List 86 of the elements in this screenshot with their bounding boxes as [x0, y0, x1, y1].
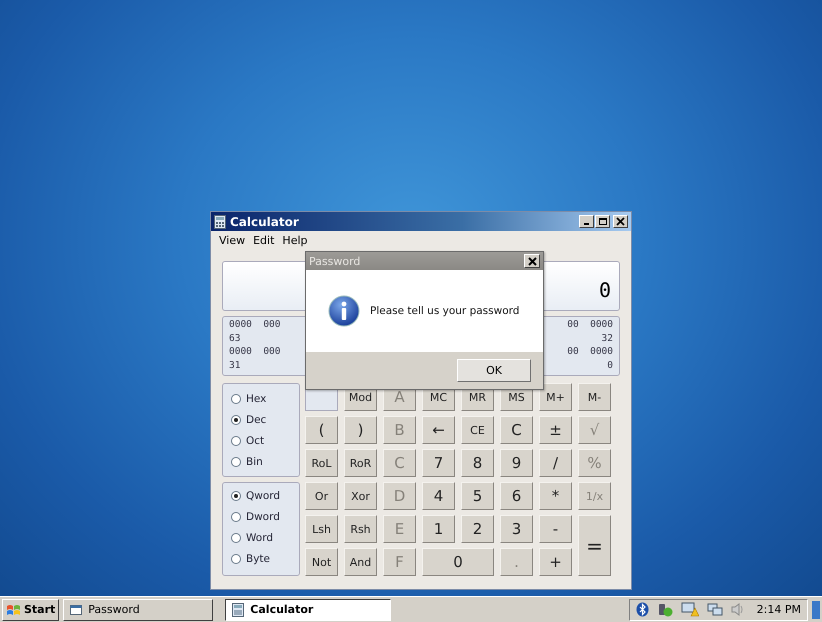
calculator-key[interactable]: 6 [500, 482, 533, 510]
window-title: Calculator [230, 214, 300, 228]
calculator-key[interactable]: + [539, 548, 572, 576]
radio-button[interactable] [231, 491, 241, 501]
calculator-key[interactable]: 8 [461, 449, 494, 477]
calculator-key[interactable]: 1 [422, 515, 455, 543]
radio-label: Qword [246, 490, 280, 502]
menu-item[interactable]: Help [278, 234, 312, 246]
clock: 2:14 PM [756, 603, 801, 616]
show-desktop-icon [812, 600, 820, 618]
close-icon [528, 256, 536, 266]
close-icon [616, 217, 625, 226]
bit-text: 0000 000 [229, 319, 280, 332]
calculator-key[interactable]: 2 [461, 515, 494, 543]
calculator-key[interactable]: ) [344, 416, 377, 444]
calculator-key[interactable]: ( [305, 416, 338, 444]
calculator-key[interactable]: Rsh [344, 515, 377, 543]
start-label: Start [24, 603, 56, 616]
radio-button[interactable] [231, 512, 241, 522]
menu-item[interactable]: Edit [249, 234, 278, 246]
calculator-key[interactable]: Lsh [305, 515, 338, 543]
minimize-button[interactable] [579, 215, 594, 228]
bit-text: 0000 000 [229, 346, 280, 359]
taskbar-button[interactable]: Calculator [225, 598, 392, 620]
calculator-key[interactable]: ± [539, 416, 572, 444]
dialog-message: Please tell us your password [370, 305, 520, 317]
bit-text: 0 [607, 360, 613, 372]
close-button[interactable] [524, 254, 540, 268]
bluetooth-icon [636, 602, 649, 617]
bit-text: 00 0000 [567, 346, 613, 359]
speaker-icon [730, 603, 745, 616]
bit-text: 32 [602, 332, 613, 346]
radio-label: Oct [246, 435, 264, 447]
calculator-key[interactable]: / [539, 449, 572, 477]
taskbar-button[interactable]: Password [63, 598, 214, 620]
network-icon [706, 602, 723, 617]
calculator-key[interactable]: = [578, 515, 611, 576]
bit-text: 31 [229, 360, 240, 372]
radio-button[interactable] [231, 554, 241, 564]
radio-label: Hex [246, 393, 266, 405]
calculator-key[interactable]: 5 [461, 482, 494, 510]
calculator-key[interactable]: RoR [344, 449, 377, 477]
radio-label: Word [246, 532, 273, 544]
radio-button[interactable] [231, 436, 241, 446]
radio-button[interactable] [231, 457, 241, 467]
radio-button[interactable] [231, 533, 241, 543]
calculator-key[interactable]: 0 [422, 548, 494, 576]
ok-button[interactable]: OK [457, 359, 531, 382]
network-warning-icon [680, 602, 699, 617]
calculator-key[interactable]: M- [578, 383, 611, 411]
menu-item[interactable]: View [215, 234, 250, 246]
bit-text: 00 0000 [567, 319, 613, 332]
maximize-button[interactable] [595, 215, 610, 228]
radio-label: Dec [246, 414, 266, 426]
calculator-key[interactable]: CE [461, 416, 494, 444]
dialog-title: Password [309, 254, 362, 268]
calculator-key[interactable]: RoL [305, 449, 338, 477]
calculator-key[interactable]: Not [305, 548, 338, 576]
calculator-key[interactable]: * [539, 482, 572, 510]
radio-label: Byte [246, 553, 270, 565]
calculator-icon [214, 214, 226, 228]
radio-label: Dword [246, 511, 280, 523]
calculator-key[interactable]: Xor [344, 482, 377, 510]
calculator-key[interactable]: 7 [422, 449, 455, 477]
calculator-key[interactable]: - [539, 515, 572, 543]
radio-button[interactable] [231, 415, 241, 425]
radio-button[interactable] [231, 394, 241, 404]
bit-text: 63 [229, 332, 240, 346]
window-icon [70, 604, 82, 614]
calculator-key[interactable]: M+ [539, 383, 572, 411]
calculator-key[interactable]: 9 [500, 449, 533, 477]
calculator-key[interactable]: And [344, 548, 377, 576]
calculator-key[interactable]: 4 [422, 482, 455, 510]
info-icon [328, 295, 360, 327]
start-button[interactable]: Start [2, 598, 60, 620]
calculator-key[interactable]: Or [305, 482, 338, 510]
calculator-key[interactable]: C [500, 416, 533, 444]
close-button[interactable] [613, 215, 628, 228]
device-status-icon [656, 602, 673, 617]
windows-flag-icon [6, 602, 22, 616]
display-value: 0 [598, 278, 611, 302]
maximize-icon [598, 217, 607, 226]
calculator-key[interactable]: ← [422, 416, 455, 444]
radio-label: Bin [246, 456, 263, 468]
calculator-key[interactable]: 3 [500, 515, 533, 543]
calculator-icon [232, 602, 244, 616]
